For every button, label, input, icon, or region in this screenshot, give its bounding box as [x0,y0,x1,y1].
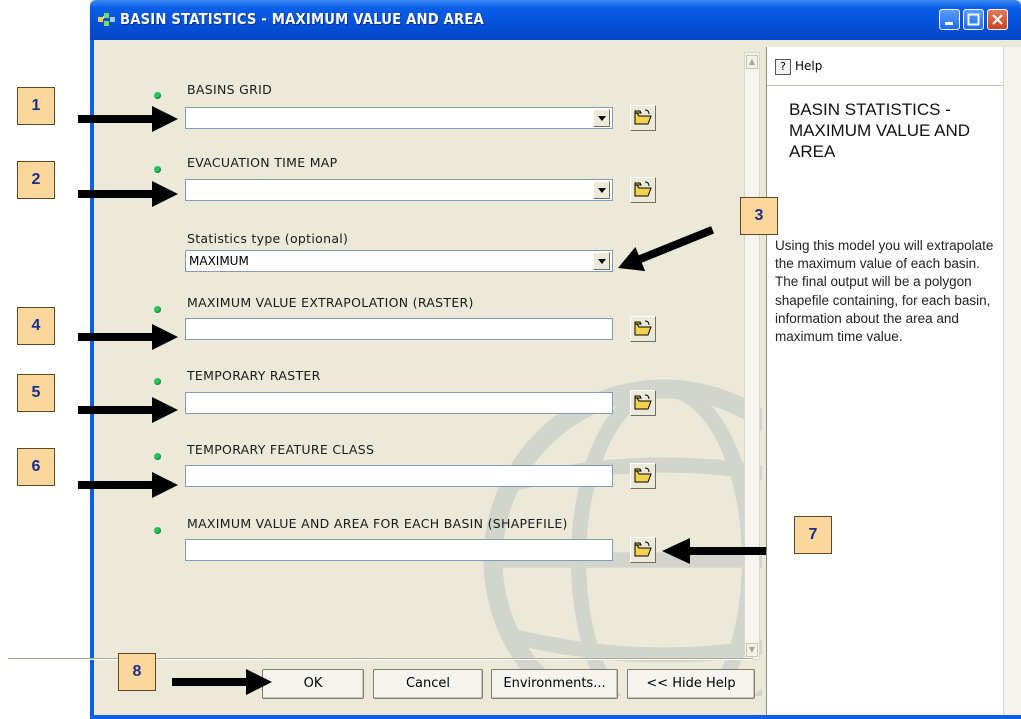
arrow-icon [78,472,178,498]
basins-grid-input[interactable] [185,107,613,129]
help-tab[interactable]: ? Help [767,47,1003,86]
title-bar[interactable]: BASIN STATISTICS - MAXIMUM VALUE AND ARE… [90,0,1021,40]
callout-7: 7 [794,516,832,554]
evacuation-time-map-input[interactable] [185,179,613,201]
browse-button-evacuation-time-map[interactable] [630,177,656,203]
folder-open-icon [634,181,652,197]
folder-open-icon [634,467,652,483]
temporary-feature-class-input[interactable] [185,465,613,487]
folder-open-icon [634,394,652,410]
environments-button[interactable]: Environments... [491,669,618,699]
max-value-raster-input[interactable] [185,318,613,340]
callout-5: 5 [17,374,55,412]
arrow-icon [78,397,178,423]
field-label-temporary-feature-class: TEMPORARY FEATURE CLASS [187,442,375,457]
maximize-button[interactable] [963,9,984,30]
dropdown-arrow-icon[interactable] [593,252,610,270]
output-shapefile-input[interactable] [185,539,613,561]
close-button[interactable] [987,9,1008,30]
field-label-statistics-type: Statistics type (optional) [187,231,349,246]
arrow-icon [662,538,766,564]
dropdown-arrow-icon[interactable] [593,181,610,199]
app-icon [98,13,115,26]
scroll-down-arrow-icon[interactable]: ▼ [746,643,758,657]
arrow-icon [78,106,178,132]
callout-3: 3 [740,197,778,235]
minimize-button[interactable] [939,9,960,30]
required-indicator [154,166,161,173]
required-indicator [154,306,161,313]
callout-8: 8 [118,653,156,691]
required-indicator [154,378,161,385]
browse-button-temporary-feature-class[interactable] [630,463,656,489]
callout-2: 2 [17,161,55,199]
folder-open-icon [634,109,652,125]
folder-open-icon [634,541,652,557]
arrow-icon [172,669,272,695]
arrow-icon [78,324,178,350]
temporary-raster-input[interactable] [185,392,613,414]
parameters-scrollbar[interactable]: ▲ ▼ [744,52,760,660]
field-label-max-value-raster: MAXIMUM VALUE EXTRAPOLATION (RASTER) [187,295,474,310]
help-scrollbar[interactable] [1003,47,1021,715]
arrow-icon [618,226,714,272]
field-label-evacuation-time-map: EVACUATION TIME MAP [187,155,338,170]
window-title: BASIN STATISTICS - MAXIMUM VALUE AND ARE… [120,10,484,28]
help-icon: ? [775,59,791,75]
close-icon [992,14,1003,25]
browse-button-output-shapefile[interactable] [630,537,656,563]
ok-button[interactable]: OK [262,669,364,699]
callout-4: 4 [17,307,55,345]
required-indicator [154,527,161,534]
browse-button-temporary-raster[interactable] [630,390,656,416]
dropdown-arrow-icon[interactable] [593,109,610,127]
required-indicator [154,453,161,460]
window-frame-bottom [90,715,1021,719]
callout-6: 6 [17,448,55,486]
globe-watermark-icon [483,379,762,696]
help-panel: ? Help BASIN STATISTICS - MAXIMUM VALUE … [766,47,1003,715]
help-tab-label: Help [795,59,823,73]
help-body: Using this model you will extrapolate th… [775,238,994,345]
arrow-icon [78,181,178,207]
field-label-temporary-raster: TEMPORARY RASTER [187,368,321,383]
folder-open-icon [634,320,652,336]
field-label-output-shapefile: MAXIMUM VALUE AND AREA FOR EACH BASIN (S… [187,516,568,531]
maximize-icon [967,13,980,26]
help-title: BASIN STATISTICS - MAXIMUM VALUE AND ARE… [789,100,971,161]
hide-help-button[interactable]: << Hide Help [627,669,755,699]
required-indicator [154,92,161,99]
scroll-up-arrow-icon[interactable]: ▲ [746,55,758,69]
statistics-type-select[interactable]: MAXIMUM [185,250,613,272]
cancel-button[interactable]: Cancel [373,669,483,699]
minimize-icon [945,22,953,25]
browse-button-basins-grid[interactable] [630,105,656,131]
browse-button-max-value-raster[interactable] [630,316,656,342]
field-label-basins-grid: BASINS GRID [187,82,272,97]
callout-1: 1 [17,87,55,125]
